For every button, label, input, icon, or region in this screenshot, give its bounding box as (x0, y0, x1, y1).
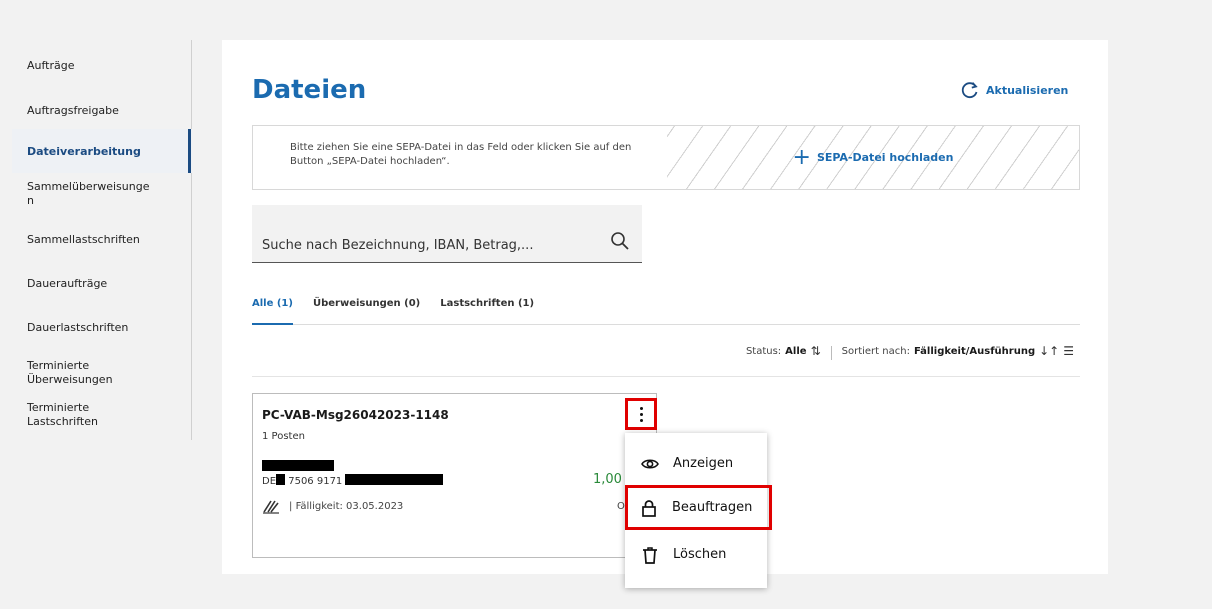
tab-lastschriften[interactable]: Lastschriften (1) (440, 296, 534, 325)
refresh-button[interactable]: Aktualisieren (960, 80, 1068, 100)
sidebar-item-auftraege[interactable]: Aufträge (27, 59, 75, 73)
sidebar-item-dauerlastschriften[interactable]: Dauerlastschriften (27, 321, 128, 335)
due-date-text: Fälligkeit: 03.05.2023 (295, 501, 404, 512)
sidebar-active-indicator (188, 129, 191, 173)
search-placeholder: Suche nach Bezeichnung, IBAN, Betrag,... (262, 238, 534, 253)
lock-icon (642, 499, 656, 517)
menu-item-beauftragen[interactable]: Beauftragen (625, 485, 772, 530)
search-icon[interactable] (610, 231, 630, 251)
filter-divider (830, 346, 832, 360)
tab-ueberweisungen[interactable]: Überweisungen (0) (313, 296, 420, 325)
menu-item-label: Anzeigen (673, 456, 734, 471)
redacted-iban-part (276, 474, 286, 485)
trash-icon (643, 546, 657, 564)
tab-alle[interactable]: Alle (1) (252, 296, 293, 325)
menu-item-loeschen[interactable]: Löschen (625, 532, 767, 577)
sidebar-item-dauerauftraege[interactable]: Daueraufträge (27, 277, 107, 291)
sidebar-item-terminierte-ueberweisungen[interactable]: Terminierte Überweisungen (27, 359, 113, 387)
file-context-menu: Anzeigen Beauftragen Löschen (625, 433, 772, 588)
file-due-date: | Fälligkeit: 03.05.2023 (289, 501, 404, 512)
file-item-count: 1 Posten (262, 431, 305, 442)
refresh-label: Aktualisieren (986, 83, 1069, 97)
sort-label: Sortiert nach: (841, 346, 910, 357)
sort-value[interactable]: Fälligkeit/Ausführung (914, 346, 1035, 357)
sidebar: Aufträge Auftragsfreigabe Dateiverarbeit… (0, 40, 192, 440)
signature-icon (263, 500, 279, 514)
sort-direction-icon[interactable]: ↓↑ (1039, 345, 1059, 357)
sepa-upload-button[interactable]: + SEPA-Datei hochladen (667, 126, 1079, 189)
status-filter-label: Status: (745, 346, 782, 357)
filter-icon[interactable]: ⇅ (811, 345, 821, 357)
iban-digits: 7506 9171 (288, 476, 343, 487)
file-iban: DE 7506 9171 (262, 474, 444, 487)
menu-item-label: Beauftragen (672, 500, 753, 515)
refresh-icon (961, 82, 978, 99)
search-input[interactable]: Suche nach Bezeichnung, IBAN, Betrag,... (252, 205, 642, 263)
iban-prefix: DE (262, 476, 277, 487)
sepa-upload-label: SEPA-Datei hochladen (816, 151, 954, 164)
tab-bar: Alle (1) Überweisungen (0) Lastschriften… (252, 296, 1080, 325)
eye-icon (641, 458, 659, 469)
page-title: Dateien (252, 75, 367, 105)
upload-dropzone[interactable]: Bitte ziehen Sie eine SEPA-Datei in das … (252, 125, 1080, 190)
file-amount: 1,00 (593, 472, 622, 487)
dropzone-hint: Bitte ziehen Sie eine SEPA-Datei in das … (290, 142, 632, 167)
file-status-short: O (617, 501, 625, 512)
menu-item-anzeigen[interactable]: Anzeigen (625, 441, 767, 486)
sidebar-item-sammellastschriften[interactable]: Sammellastschriften (27, 233, 140, 247)
filter-bar: Status: Alle ⇅ Sortiert nach: Fälligkeit… (252, 345, 1080, 377)
sort-order-icon[interactable]: ☰ (1063, 345, 1074, 357)
sidebar-item-dateiverarbeitung[interactable]: Dateiverarbeitung (27, 145, 141, 159)
status-filter-value[interactable]: Alle (785, 346, 806, 357)
sidebar-item-terminierte-lastschriften[interactable]: Terminierte Lastschriften (27, 401, 98, 429)
more-vertical-icon (639, 406, 643, 422)
file-name: PC-VAB-Msg26042023-1148 (262, 408, 449, 422)
redacted-iban-rest (345, 474, 444, 485)
more-options-button[interactable] (625, 398, 657, 430)
file-card[interactable]: PC-VAB-Msg26042023-1148 1 Posten DE 7506… (252, 393, 657, 558)
redacted-name (262, 460, 334, 471)
sidebar-item-sammelueberweisungen[interactable]: Sammelüberweisunge n (27, 180, 149, 208)
plus-icon: + (792, 144, 811, 170)
sidebar-item-auftragsfreigabe[interactable]: Auftragsfreigabe (27, 104, 119, 118)
menu-item-label: Löschen (673, 547, 727, 562)
